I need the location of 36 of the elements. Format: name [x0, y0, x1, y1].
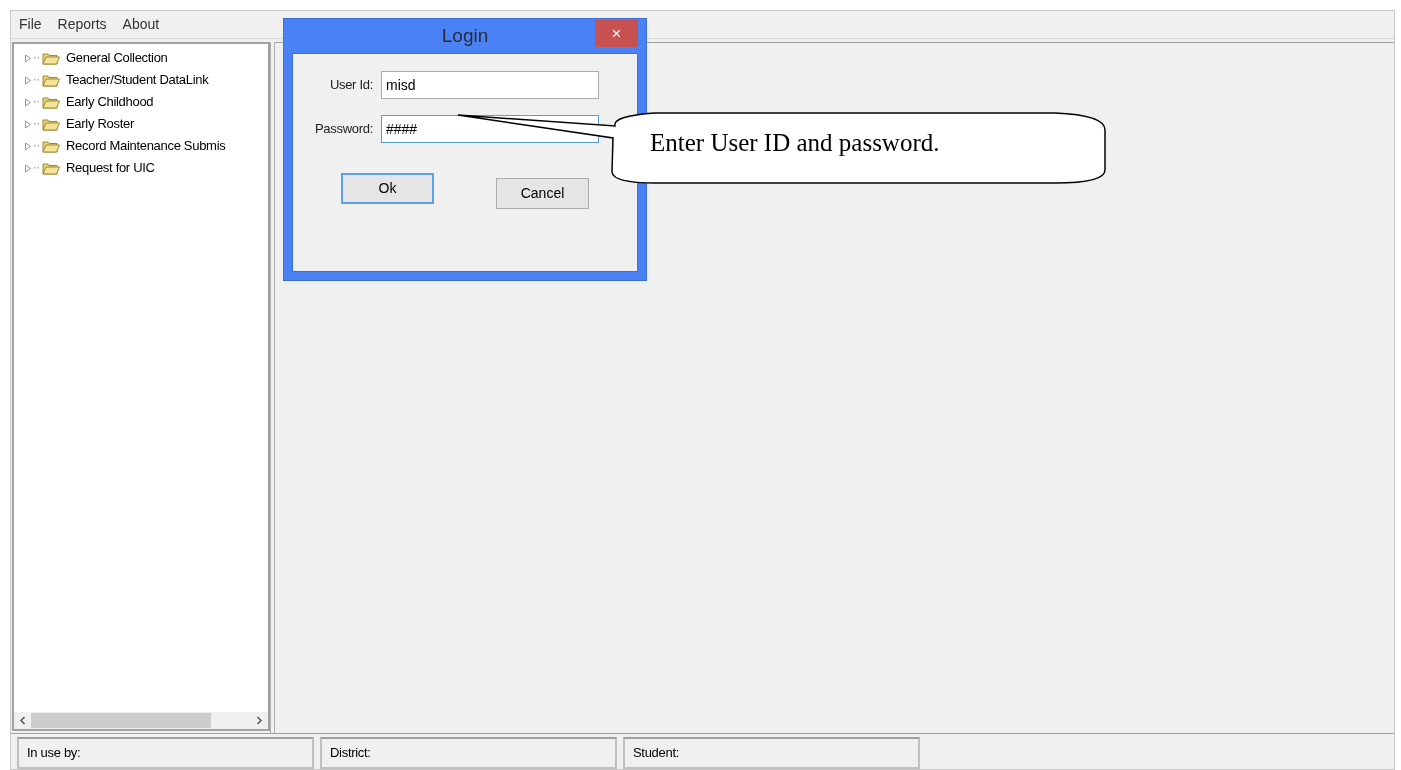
tree-item[interactable]: Request for UIC: [24, 157, 268, 179]
folder-icon: [42, 161, 60, 175]
tree-item[interactable]: General Collection: [24, 47, 268, 69]
scroll-right-icon[interactable]: [256, 716, 263, 725]
menu-item[interactable]: Reports: [57, 14, 107, 35]
dialog-button[interactable]: Ok: [341, 173, 434, 204]
tree-connector-icon: [34, 123, 40, 125]
field-label: Password:: [314, 120, 374, 139]
tree-item[interactable]: Record Maintenance Submis: [24, 135, 268, 157]
callout-text: Enter User ID and password.: [650, 130, 940, 155]
tree-connector-icon: [34, 57, 40, 59]
scroll-left-icon[interactable]: [19, 716, 26, 725]
tree-item[interactable]: Early Childhood: [24, 91, 268, 113]
horizontal-scrollbar[interactable]: [14, 712, 268, 729]
menu-item[interactable]: File: [19, 14, 42, 35]
status-pane: In use by:: [17, 737, 314, 769]
folder-icon: [42, 139, 60, 153]
folder-icon: [42, 95, 60, 109]
status-pane: Student:: [623, 737, 920, 769]
tree-connector-icon: [34, 167, 40, 169]
close-button[interactable]: ×: [595, 20, 638, 47]
tree-item[interactable]: Teacher/Student DataLink: [24, 69, 268, 91]
scroll-thumb[interactable]: [31, 713, 211, 728]
dialog-button[interactable]: Cancel: [496, 178, 589, 209]
folder-icon: [42, 73, 60, 87]
status-pane: District:: [320, 737, 617, 769]
menu-item[interactable]: About: [122, 14, 160, 35]
field-label: User Id:: [328, 76, 374, 95]
text-field[interactable]: misd: [381, 71, 599, 99]
tree-item[interactable]: Early Roster: [24, 113, 268, 135]
tree-connector-icon: [34, 79, 40, 81]
tree-connector-icon: [34, 145, 40, 147]
dialog-title: Login: [441, 23, 489, 48]
tree-connector-icon: [34, 101, 40, 103]
folder-icon: [42, 117, 60, 131]
folder-icon: [42, 51, 60, 65]
